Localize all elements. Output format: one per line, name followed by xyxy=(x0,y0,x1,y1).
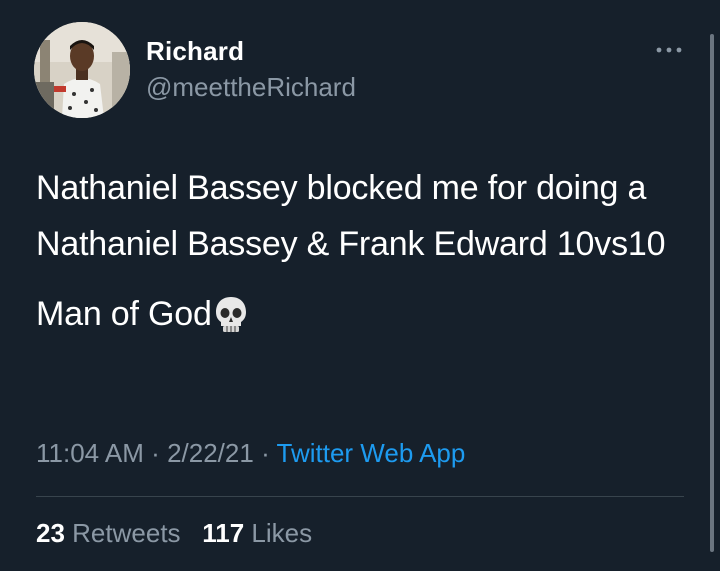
tweet-source-link[interactable]: Twitter Web App xyxy=(277,438,466,468)
avatar[interactable] xyxy=(34,22,130,118)
tweet-time[interactable]: 11:04 AM xyxy=(36,438,144,468)
display-name[interactable]: Richard xyxy=(146,36,244,67)
likes-stat[interactable]: 117 Likes xyxy=(202,518,312,548)
skull-emoji-icon xyxy=(215,297,246,332)
user-handle[interactable]: @meettheRichard xyxy=(146,72,356,103)
tweet-card: Richard @meettheRichard Nathaniel Bassey… xyxy=(0,0,720,571)
tweet-paragraph-2: Man of God xyxy=(36,286,676,342)
meta-separator: · xyxy=(261,438,270,468)
tweet-meta: 11:04 AM · 2/22/21 · Twitter Web App xyxy=(36,438,465,469)
likes-count: 117 xyxy=(202,518,245,548)
meta-separator: · xyxy=(151,438,160,468)
tweet-text: Nathaniel Bassey blocked me for doing a … xyxy=(36,160,676,342)
tweet-stats: 23 Retweets 117 Likes xyxy=(36,518,312,549)
retweets-count: 23 xyxy=(36,518,65,548)
tweet-date[interactable]: 2/22/21 xyxy=(167,438,254,468)
retweets-label: Retweets xyxy=(72,518,181,548)
likes-label: Likes xyxy=(251,518,313,548)
more-options-icon[interactable] xyxy=(654,42,684,58)
retweets-stat[interactable]: 23 Retweets xyxy=(36,518,181,548)
tweet-paragraph-1: Nathaniel Bassey blocked me for doing a … xyxy=(36,169,666,263)
tweet-paragraph-2-text: Man of God xyxy=(36,295,212,333)
divider xyxy=(36,496,684,497)
scrollbar[interactable] xyxy=(710,34,714,552)
avatar-photo xyxy=(34,22,130,118)
